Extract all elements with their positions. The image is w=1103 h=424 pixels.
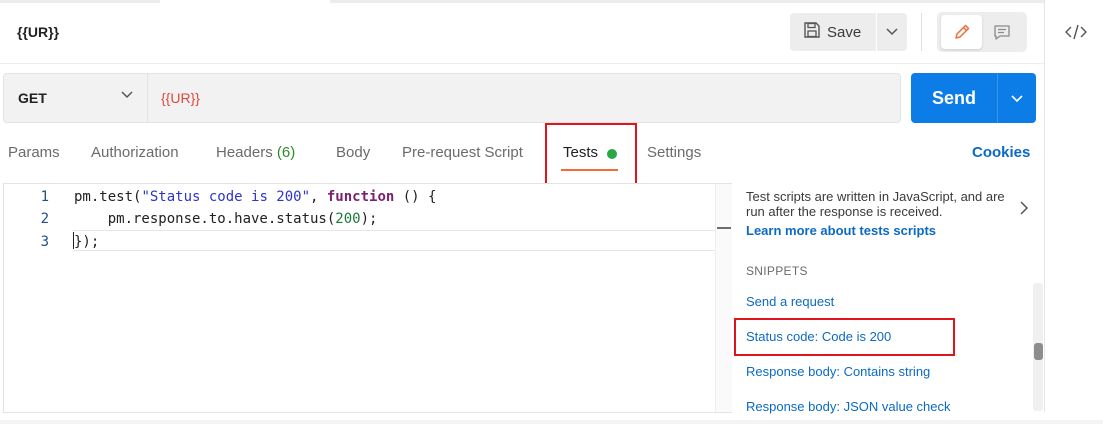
tab-body[interactable]: Body [336, 144, 370, 161]
tests-help-text: Test scripts are written in JavaScript, … [746, 189, 1005, 219]
code-snippet-toggle[interactable] [1062, 20, 1090, 44]
snippets-scrollbar-thumb[interactable] [1034, 343, 1043, 360]
save-disk-icon [803, 21, 821, 43]
tab-pre-request-script[interactable]: Pre-request Script [402, 144, 523, 161]
chevron-down-icon [1011, 94, 1023, 102]
tab-headers[interactable]: Headers (6) [216, 144, 295, 161]
headers-count: (6) [276, 144, 296, 161]
comment-icon [994, 24, 1010, 40]
pencil-icon [954, 24, 969, 39]
snippets-heading: SNIPPETS [746, 264, 808, 278]
header-bottom-border [0, 63, 1044, 64]
url-value: {{UR}} [161, 90, 200, 106]
snippet-send-request[interactable]: Send a request [746, 294, 834, 309]
code-line[interactable]: }); [74, 234, 99, 250]
save-label: Save [827, 23, 862, 41]
bottom-border [0, 420, 1103, 424]
cookies-link[interactable]: Cookies [972, 144, 1030, 161]
request-title[interactable]: {{UR}} [17, 24, 59, 40]
tab-params[interactable]: Params [8, 144, 60, 161]
scrollbar-cursor-marker [717, 227, 731, 229]
text-cursor [73, 232, 74, 249]
method-value: GET [18, 90, 47, 106]
highlight-box-tests-tab [545, 123, 637, 192]
edit-mode-button[interactable] [941, 15, 982, 49]
save-options-button[interactable] [877, 13, 907, 51]
line-number: 3 [40, 234, 49, 250]
learn-more-tests-link[interactable]: Learn more about tests scripts [746, 223, 936, 238]
code-line[interactable]: pm.response.to.have.status(200); [74, 211, 378, 227]
highlight-box-status-snippet [734, 318, 955, 356]
send-button[interactable]: Send [911, 73, 997, 123]
chevron-right-icon[interactable] [1018, 200, 1030, 216]
tab-authorization[interactable]: Authorization [91, 144, 179, 161]
code-icon [1065, 24, 1087, 40]
snippet-body-contains-string[interactable]: Response body: Contains string [746, 364, 930, 379]
url-input[interactable]: {{UR}} [148, 73, 901, 123]
chevron-down-icon [121, 91, 133, 99]
top-tab-strip [0, 0, 1044, 3]
line-number: 2 [40, 211, 49, 227]
code-line[interactable]: pm.test("Status code is 200", function (… [74, 189, 436, 205]
header-divider [921, 13, 922, 51]
right-sidebar-border [1044, 0, 1045, 412]
save-button[interactable]: Save [790, 13, 876, 51]
chevron-down-icon [886, 28, 898, 36]
current-line-highlight [73, 230, 715, 251]
tab-settings[interactable]: Settings [647, 144, 701, 161]
send-options-button[interactable] [997, 73, 1036, 123]
comments-button[interactable] [983, 15, 1021, 49]
tab-headers-label: Headers [216, 144, 273, 161]
snippet-json-value-check[interactable]: Response body: JSON value check [746, 399, 951, 414]
line-number: 1 [40, 189, 49, 205]
editor-scrollbar[interactable] [715, 184, 732, 412]
